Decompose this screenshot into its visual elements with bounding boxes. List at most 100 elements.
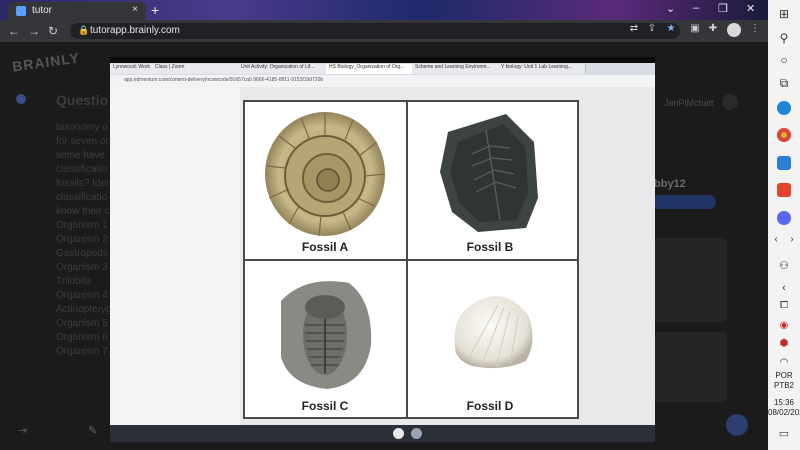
question-line: Organism 5 bbox=[56, 318, 108, 329]
question-line: Organism 4 bbox=[56, 290, 108, 301]
pencil-icon[interactable]: ✎ bbox=[88, 424, 97, 437]
floating-action-button[interactable] bbox=[726, 414, 748, 436]
photo-tab: Lynnwood: Work bbox=[110, 64, 154, 74]
address-url: tutorapp.brainly.com bbox=[90, 25, 180, 36]
translate-icon[interactable]: ⇄ bbox=[627, 23, 641, 37]
circle-icon[interactable]: ○ bbox=[776, 52, 792, 68]
photo-tab: Class | Zoom bbox=[152, 64, 240, 74]
tab-search-chevron-icon[interactable]: ⌄ bbox=[666, 2, 675, 15]
back-arrow-icon[interactable]: ← bbox=[8, 24, 20, 38]
fossil-d-cell: Fossil D bbox=[408, 261, 577, 417]
user-avatar[interactable] bbox=[722, 94, 738, 110]
right-sidebar: ⊞ ⚲ ○ ⧉ ‹ › ⚇ ‹ ⧠ ◉ ⬢ ◠ POR PTB2 15:36 0… bbox=[768, 0, 800, 450]
extension-icon[interactable]: ▣ bbox=[688, 23, 702, 37]
language-indicator[interactable]: POR bbox=[768, 371, 800, 380]
browser-titlebar: tutor × + ⌄ – ❐ ✕ bbox=[0, 0, 768, 20]
clock-date[interactable]: 08/02/2022 bbox=[768, 408, 800, 417]
header-username: JanPiMchatt bbox=[664, 98, 714, 108]
tutor-favicon-icon bbox=[16, 6, 26, 16]
blue-button[interactable] bbox=[652, 195, 716, 209]
clock-time[interactable]: 15:36 bbox=[768, 398, 800, 407]
minimize-button[interactable]: – bbox=[693, 2, 699, 14]
photo-address-bar: app.edmentum.com/content-delivery/ncswco… bbox=[110, 75, 655, 87]
fossil-table: Fossil A Fossil B Fossil C Fossil D bbox=[243, 100, 579, 419]
chevron-left-icon[interactable]: ‹ bbox=[768, 232, 784, 248]
tab-close-icon[interactable]: × bbox=[132, 4, 138, 15]
notification-icon[interactable]: ▭ bbox=[776, 426, 792, 442]
office-icon[interactable] bbox=[777, 183, 791, 197]
question-line: Organism 7 bbox=[56, 346, 108, 357]
wifi-icon[interactable]: ◠ bbox=[776, 355, 792, 371]
fossil-b-cell: Fossil B bbox=[408, 102, 577, 258]
question-line: fossils? Ident bbox=[56, 178, 115, 189]
photo-taskbar bbox=[110, 425, 655, 442]
antivirus-icon[interactable]: ◉ bbox=[776, 318, 792, 334]
keyboard-layout[interactable]: PTB2 bbox=[768, 381, 800, 390]
maximize-button[interactable]: ❐ bbox=[718, 2, 728, 15]
fossil-d-label: Fossil D bbox=[466, 399, 514, 413]
question-line: Organism 3 bbox=[56, 262, 108, 273]
star-icon[interactable]: ★ bbox=[664, 23, 678, 37]
shell-fossil-image bbox=[454, 296, 533, 369]
people-icon[interactable]: ⚇ bbox=[776, 258, 792, 274]
photo-tab: Scheme and Learning Environm... bbox=[412, 64, 500, 74]
question-heading: Questio bbox=[56, 92, 109, 108]
chevron-right-icon[interactable]: › bbox=[784, 232, 800, 248]
brainly-logo: BRAINLY bbox=[11, 49, 81, 75]
photo-chrome-icon bbox=[393, 428, 404, 439]
question-line: Trilobita bbox=[56, 276, 92, 287]
close-window-button[interactable]: ✕ bbox=[746, 2, 755, 15]
fern-fossil-image bbox=[440, 114, 538, 232]
photo-browser-tabs: Lynnwood: Work Class | Zoom Unit Activit… bbox=[110, 63, 655, 75]
lock-icon: 🔒 bbox=[78, 25, 90, 35]
chrome-icon[interactable] bbox=[777, 128, 791, 142]
search-icon[interactable]: ⚲ bbox=[776, 30, 792, 46]
question-line: Organism 2 bbox=[56, 234, 108, 245]
photo-url: app.edmentum.com/content-delivery/ncswco… bbox=[124, 77, 324, 83]
question-line: Organism 1 bbox=[56, 220, 108, 231]
photo-app-icon bbox=[411, 428, 422, 439]
tab-title: tutor bbox=[32, 5, 53, 16]
edge-icon[interactable] bbox=[777, 101, 791, 115]
photo-tab-active: HS Biology_Organization of Org... bbox=[326, 64, 414, 74]
ammonite-image bbox=[265, 112, 386, 237]
teams-icon[interactable]: ⧠ bbox=[776, 298, 792, 314]
question-line: classificatio bbox=[56, 192, 108, 203]
store-icon[interactable] bbox=[777, 156, 791, 170]
trilobite-image bbox=[281, 281, 372, 389]
forward-arrow-icon[interactable]: → bbox=[28, 24, 40, 38]
chevron-left-small-icon[interactable]: ‹ bbox=[776, 280, 792, 296]
puzzle-icon[interactable]: ✚ bbox=[706, 23, 720, 37]
thumbnail bbox=[655, 238, 727, 322]
share-icon[interactable]: ⇪ bbox=[645, 23, 659, 37]
browser-tab-tutor[interactable]: tutor × bbox=[8, 2, 146, 20]
profile-avatar[interactable] bbox=[727, 23, 741, 37]
exit-icon[interactable]: ⇥ bbox=[18, 424, 27, 437]
question-line: some have bbox=[56, 150, 105, 161]
shared-photo: Lynnwood: Work Class | Zoom Unit Activit… bbox=[110, 57, 655, 442]
fossil-a-label: Fossil A bbox=[301, 240, 349, 254]
address-bar[interactable]: 🔒 tutorapp.brainly.com bbox=[70, 23, 680, 39]
photo-tab: Unit Activity: Organization of Lif... bbox=[238, 64, 328, 74]
task-view-icon[interactable]: ⧉ bbox=[776, 75, 792, 91]
question-line: know their c bbox=[56, 206, 110, 217]
fossil-c-label: Fossil C bbox=[301, 399, 349, 413]
new-tab-button[interactable]: + bbox=[151, 2, 159, 18]
question-line: classificatio bbox=[56, 164, 108, 175]
fossil-a-cell: Fossil A bbox=[245, 102, 405, 258]
question-line: taxonomy o bbox=[56, 122, 108, 133]
browser-toolbar: ← → ↻ 🔒 tutorapp.brainly.com ⇄ ⇪ ★ ▣ ✚ ⋮ bbox=[0, 20, 768, 42]
question-line: for seven or bbox=[56, 136, 109, 147]
discord-icon[interactable] bbox=[777, 211, 791, 225]
question-line: Organism 6 bbox=[56, 332, 108, 343]
thumbnail bbox=[655, 332, 727, 402]
answer-username: bby12 bbox=[654, 178, 686, 190]
more-icon[interactable]: ⋮ bbox=[748, 23, 762, 37]
fossil-c-cell: Fossil C bbox=[245, 261, 405, 417]
question-line: Gastropods bbox=[56, 248, 108, 259]
notification-badge bbox=[16, 94, 26, 104]
photo-left-panel bbox=[110, 87, 240, 425]
network-icon[interactable]: ⬢ bbox=[776, 336, 792, 352]
windows-logo-icon[interactable]: ⊞ bbox=[776, 6, 792, 22]
reload-icon[interactable]: ↻ bbox=[48, 24, 58, 38]
